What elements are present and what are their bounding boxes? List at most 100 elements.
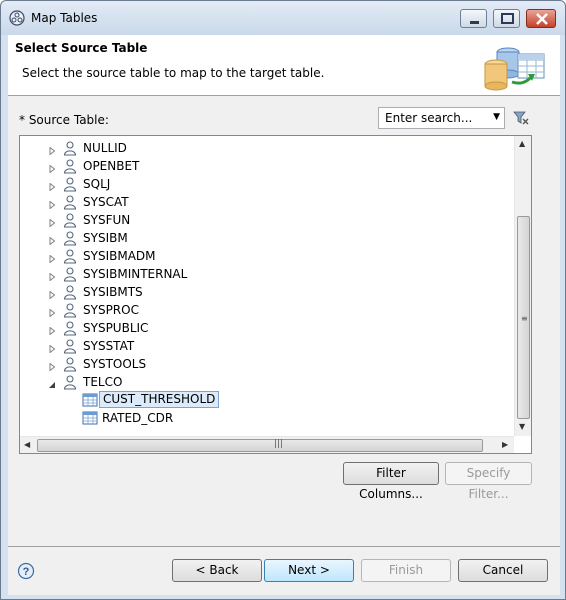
expand-arrow-icon[interactable] <box>48 180 56 192</box>
expand-arrow-icon[interactable] <box>48 216 56 228</box>
tree-schema-node[interactable]: SYSTOOLS <box>20 355 510 373</box>
page-description: Select the source table to map to the ta… <box>22 66 325 80</box>
tree-node-label: RATED_CDR <box>102 411 174 425</box>
svg-text:?: ? <box>23 566 30 578</box>
expand-arrow-icon[interactable] <box>48 342 56 354</box>
dialog-window: Map Tables Select Source Table Select th… <box>0 0 566 600</box>
schema-user-icon <box>62 356 78 372</box>
tree-table-node[interactable]: CUST_THRESHOLD <box>20 391 510 409</box>
tree-schema-node[interactable]: SYSPROC <box>20 301 510 319</box>
vertical-scrollbar[interactable]: ▲ ≡ ▼ <box>514 136 531 436</box>
schema-user-icon <box>62 212 78 228</box>
expand-arrow-icon[interactable] <box>48 306 56 318</box>
expand-arrow-icon[interactable] <box>48 252 56 264</box>
tree-node-label: CUST_THRESHOLD <box>99 391 220 408</box>
tree-schema-node[interactable]: SYSFUN <box>20 211 510 229</box>
tree-schema-node[interactable]: SYSIBMINTERNAL <box>20 265 510 283</box>
source-table-label: * Source Table: <box>19 113 109 127</box>
dialog-body: Select Source Table Select the source ta… <box>8 35 560 595</box>
dropdown-arrow-icon[interactable]: ▼ <box>493 112 500 122</box>
wizard-banner: Select Source Table Select the source ta… <box>8 35 560 96</box>
tree-schema-node[interactable]: TELCO <box>20 373 510 391</box>
schema-user-icon <box>62 266 78 282</box>
collapse-arrow-icon[interactable] <box>48 378 56 388</box>
source-table-tree[interactable]: NULLID OPENBET SQLJ SYSCAT SYSFUN SYSIBM SYSIB… <box>19 135 532 454</box>
app-icon <box>9 10 25 26</box>
tree-node-label: SQLJ <box>83 177 111 191</box>
minimize-icon <box>470 21 479 24</box>
schema-user-icon <box>62 140 78 156</box>
window-title: Map Tables <box>31 11 98 25</box>
maximize-icon <box>501 13 514 24</box>
schema-user-icon <box>62 302 78 318</box>
tree-node-label: SYSIBMADM <box>83 249 156 263</box>
tree-node-label: SYSTOOLS <box>83 357 147 371</box>
page-title: Select Source Table <box>15 41 148 55</box>
schema-user-icon <box>62 230 78 246</box>
tree-schema-node[interactable]: NULLID <box>20 139 510 157</box>
schema-user-icon <box>62 194 78 210</box>
scroll-right-icon[interactable]: ▶ <box>502 440 508 449</box>
tree-node-label: SYSPROC <box>83 303 139 317</box>
tree-schema-node[interactable]: SYSCAT <box>20 193 510 211</box>
expand-arrow-icon[interactable] <box>48 360 56 372</box>
schema-user-icon <box>62 338 78 354</box>
map-tables-banner-icon <box>484 47 545 91</box>
schema-user-icon <box>62 176 78 192</box>
minimize-button[interactable] <box>460 9 487 28</box>
close-button[interactable] <box>526 9 556 28</box>
search-combobox[interactable]: Enter search... ▼ <box>378 107 505 129</box>
scroll-up-icon[interactable]: ▲ <box>519 139 525 148</box>
tree-node-label: SYSIBM <box>83 231 128 245</box>
clear-filter-icon[interactable] <box>513 110 529 126</box>
tree-node-label: SYSPUBLIC <box>83 321 149 335</box>
expand-arrow-icon[interactable] <box>48 288 56 300</box>
maximize-button[interactable] <box>493 9 520 28</box>
tree-node-label: OPENBET <box>83 159 140 173</box>
footer-divider <box>8 546 560 547</box>
title-bar[interactable]: Map Tables <box>1 1 565 35</box>
tree-schema-node[interactable]: SYSIBM <box>20 229 510 247</box>
filter-columns-button[interactable]: Filter Columns... <box>343 462 439 501</box>
expand-arrow-icon[interactable] <box>48 144 56 156</box>
schema-user-icon <box>62 248 78 264</box>
tree-node-label: SYSSTAT <box>83 339 135 353</box>
tree-schema-node[interactable]: SQLJ <box>20 175 510 193</box>
tree-node-label: SYSIBMTS <box>83 285 143 299</box>
search-placeholder: Enter search... <box>385 111 473 125</box>
scroll-left-icon[interactable]: ◀ <box>24 440 30 449</box>
table-icon <box>82 410 98 426</box>
cancel-button[interactable]: Cancel <box>458 559 548 582</box>
horizontal-scrollbar[interactable]: ◀ ||| ▶ <box>20 436 514 453</box>
vertical-scroll-thumb[interactable]: ≡ <box>517 216 530 419</box>
tree-node-label: TELCO <box>83 375 123 389</box>
tree-node-label: SYSIBMINTERNAL <box>83 267 188 281</box>
schema-user-icon <box>62 284 78 300</box>
tree-schema-node[interactable]: SYSPUBLIC <box>20 319 510 337</box>
expand-arrow-icon[interactable] <box>48 270 56 282</box>
tree-schema-node[interactable]: OPENBET <box>20 157 510 175</box>
tree-schema-node[interactable]: SYSIBMTS <box>20 283 510 301</box>
schema-user-icon <box>62 158 78 174</box>
tree-schema-node[interactable]: SYSSTAT <box>20 337 510 355</box>
table-icon <box>82 392 98 408</box>
schema-user-icon <box>62 320 78 336</box>
back-button[interactable]: < Back <box>172 559 262 582</box>
tree-node-label: SYSFUN <box>83 213 131 227</box>
tree-node-label: NULLID <box>83 141 127 155</box>
tree-schema-node[interactable]: SYSIBMADM <box>20 247 510 265</box>
next-button[interactable]: Next > <box>264 559 354 582</box>
help-icon[interactable]: ? <box>17 562 35 580</box>
expand-arrow-icon[interactable] <box>48 198 56 210</box>
tree-table-node[interactable]: RATED_CDR <box>20 409 510 427</box>
tree-node-label: SYSCAT <box>83 195 129 209</box>
scroll-down-icon[interactable]: ▼ <box>519 422 525 431</box>
expand-arrow-icon[interactable] <box>48 162 56 174</box>
expand-arrow-icon[interactable] <box>48 324 56 336</box>
expand-arrow-icon[interactable] <box>48 234 56 246</box>
close-icon <box>536 13 548 25</box>
horizontal-scroll-thumb[interactable]: ||| <box>37 439 483 452</box>
schema-user-icon <box>62 374 78 390</box>
finish-button[interactable]: Finish <box>361 559 451 582</box>
specify-filter-button[interactable]: Specify Filter... <box>445 462 532 501</box>
